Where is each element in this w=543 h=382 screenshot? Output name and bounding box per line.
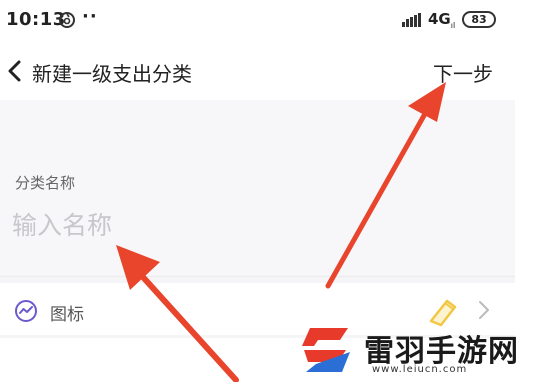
status-time: 10:13	[6, 9, 66, 30]
next-step-button[interactable]: 下一步	[433, 58, 493, 87]
status-bar: 10:13 ·· 4Gıl 83	[0, 0, 543, 40]
chevron-right-icon	[479, 301, 489, 319]
icon-row-label: 图标	[50, 305, 84, 325]
chart-circle-icon	[15, 300, 37, 322]
divider	[0, 276, 515, 277]
netease-music-icon	[59, 12, 75, 28]
category-name-label: 分类名称	[15, 174, 76, 192]
category-name-input[interactable]	[12, 206, 342, 244]
network-label: 4G	[428, 10, 451, 28]
network-type: 4Gıl	[428, 10, 455, 30]
battery-level: 83	[471, 13, 487, 26]
page-title: 新建一级支出分类	[32, 62, 192, 86]
network-sub: ıl	[450, 21, 456, 30]
battery-icon: 83	[462, 11, 496, 28]
watermark-url: www.leiucn.com	[372, 364, 468, 375]
back-button[interactable]	[6, 60, 24, 82]
name-card	[0, 100, 515, 275]
watermark-logo-icon	[302, 328, 350, 372]
signal-icon	[402, 13, 421, 27]
status-notification-dots: ··	[82, 6, 98, 27]
watermark: 雷羽手游网 www.leiucn.com	[296, 320, 543, 382]
nav-bar: 新建一级支出分类 下一步	[0, 48, 543, 94]
